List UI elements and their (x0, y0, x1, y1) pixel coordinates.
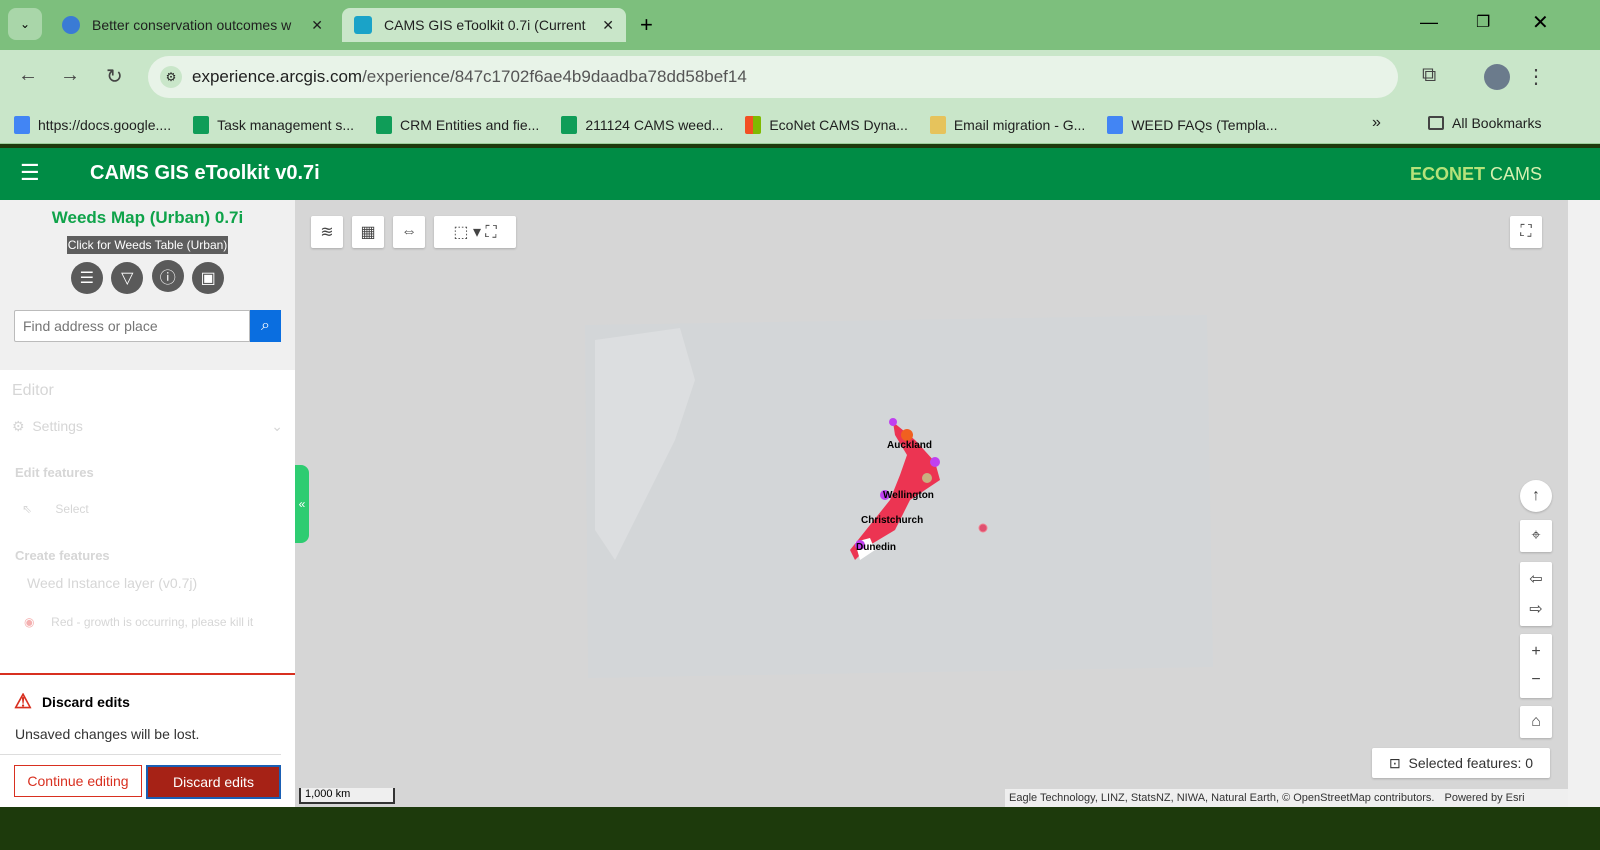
layer-list-button[interactable]: ☰ (70, 262, 103, 294)
map-label-dunedin: Dunedin (856, 542, 896, 553)
tab-cams-gis[interactable]: CAMS GIS eToolkit 0.7i (Current ✕ (342, 8, 626, 42)
search-button[interactable]: ⌕ (250, 310, 281, 342)
app-header: ☰ CAMS GIS eToolkit v0.7i ECONET CAMS (0, 148, 1600, 200)
address-bar[interactable]: ⚙ experience.arcgis.com/experience/847c1… (148, 56, 1398, 98)
discard-edits-dialog: ⚠ Discard edits Unsaved changes will be l… (0, 673, 295, 807)
cursor-icon: ⇖ (22, 502, 33, 516)
warning-icon: ⚠ (14, 691, 32, 713)
all-bookmarks[interactable]: All Bookmarks (1428, 115, 1541, 131)
gear-icon: ⚙ (12, 418, 25, 434)
map-title: Weeds Map (Urban) 0.7i (51, 208, 244, 227)
next-extent-icon: ⇨ (1529, 601, 1543, 618)
bookmark-item[interactable]: Task management s... (193, 115, 354, 134)
bookmark-item[interactable]: EcoNet CAMS Dyna... (745, 115, 908, 134)
page-scrollbar[interactable] (1568, 200, 1600, 807)
close-window-button[interactable]: ✕ (1532, 10, 1549, 35)
minimize-button[interactable]: — (1420, 12, 1438, 33)
scale-bar: 1,000 km (299, 788, 395, 804)
edit-features-heading: Edit features (15, 465, 94, 480)
fullscreen-button[interactable]: ⛶ (1510, 216, 1542, 248)
editor-title: Editor (12, 382, 54, 399)
bookmarks-bar: https://docs.google.... Task management … (0, 106, 1600, 144)
zoom-controls[interactable]: + − (1520, 634, 1552, 698)
bookmark-item[interactable]: https://docs.google.... (14, 115, 171, 134)
collapse-sidebar-handle[interactable]: « (295, 465, 309, 543)
bookmark-item[interactable]: WEED FAQs (Templa... (1107, 115, 1278, 134)
new-tab-button[interactable]: + (640, 12, 653, 38)
forward-button[interactable]: → (60, 64, 80, 87)
dialog-title: Discard edits (41, 693, 130, 710)
globe-icon (62, 16, 80, 34)
zoom-out-icon: − (1531, 671, 1541, 688)
hamburger-menu-icon[interactable]: ☰ (20, 160, 40, 186)
select-tool[interactable]: ⇖ Select (0, 480, 295, 538)
home-button[interactable]: ⌂ (1520, 706, 1552, 738)
arcgis-icon (354, 16, 372, 34)
feature-template[interactable]: ◉ Red - growth is occurring, please kill… (0, 603, 295, 641)
back-button[interactable]: ← (18, 64, 38, 87)
browser-tab-bar: ⌄ Better conservation outcomes w ✕ CAMS G… (0, 0, 1600, 50)
basemap-gallery-button[interactable]: ▦ (352, 216, 384, 248)
econet-logo: ECONET CAMS (1410, 164, 1543, 184)
search-input[interactable] (14, 310, 250, 342)
map-label-auckland: Auckland (887, 440, 933, 451)
bookmark-item[interactable]: Email migration - G... (929, 115, 1085, 134)
app-title: CAMS GIS eToolkit v0.7i (90, 162, 320, 184)
selection-icon: ⊡ (1388, 754, 1401, 771)
discard-edits-button[interactable]: Discard edits (146, 765, 281, 799)
extensions-icon[interactable]: ⧉ (1422, 64, 1436, 87)
bookmark-item[interactable]: CRM Entities and fie... (376, 115, 539, 134)
bookmark-button[interactable]: ▣ (192, 262, 225, 294)
menu-icon[interactable]: ⋮ (1526, 64, 1546, 89)
basemap (585, 315, 1213, 678)
map-view[interactable]: Auckland Wellington Christchurch Dunedin… (295, 200, 1568, 807)
map-label-christchurch: Christchurch (861, 515, 924, 526)
dialog-message: Unsaved changes will be lost. (0, 714, 281, 755)
filter-button[interactable]: ▽ (111, 262, 144, 294)
continue-editing-button[interactable]: Continue editing (14, 765, 142, 797)
more-bookmarks-icon[interactable]: » (1372, 114, 1381, 132)
restore-button[interactable]: ❐ (1476, 12, 1490, 32)
sidebar: Weeds Map (Urban) 0.7i Click for Weeds T… (0, 200, 295, 807)
tab-search-button[interactable]: ⌄ (8, 8, 42, 40)
site-info-icon[interactable]: ⚙ (160, 66, 182, 88)
profile-avatar[interactable] (1484, 64, 1510, 90)
layer-name: Weed Instance layer (v0.7j) (27, 575, 198, 591)
chevron-down-icon: ⌄ (271, 418, 283, 434)
layers-button[interactable]: ≋ (311, 216, 343, 248)
weeds-table-link[interactable]: Click for Weeds Table (Urban) (66, 236, 229, 254)
close-tab-icon[interactable]: ✕ (602, 17, 614, 34)
bookmark-item[interactable]: 211124 CAMS weed... (561, 115, 723, 134)
info-button[interactable]: ⓘ (151, 260, 184, 292)
compass-button[interactable]: ↑ (1520, 480, 1552, 512)
settings-row[interactable]: ⚙ Settings ⌄ (0, 412, 295, 441)
selected-features-button[interactable]: ⊡ Selected features: 0 (1372, 748, 1550, 778)
close-tab-icon[interactable]: ✕ (311, 17, 323, 34)
reload-button[interactable]: ↻ (106, 64, 123, 89)
locate-button[interactable]: ⌖ (1520, 520, 1552, 552)
previous-extent-icon: ⇦ (1529, 571, 1543, 588)
create-features-heading: Create features (15, 548, 110, 563)
measure-button[interactable]: ⇔ (393, 216, 425, 248)
attribution: Eagle Technology, LINZ, StatsNZ, NIWA, N… (1005, 789, 1568, 807)
navigation-history[interactable]: ⇦ ⇨ (1520, 562, 1552, 626)
zoom-in-icon: + (1531, 643, 1541, 660)
tab-better-conservation[interactable]: Better conservation outcomes w ✕ (50, 8, 335, 42)
select-tool-button[interactable]: ⬚ ▾ ⛶ (434, 216, 516, 248)
map-label-wellington: Wellington (883, 490, 934, 501)
